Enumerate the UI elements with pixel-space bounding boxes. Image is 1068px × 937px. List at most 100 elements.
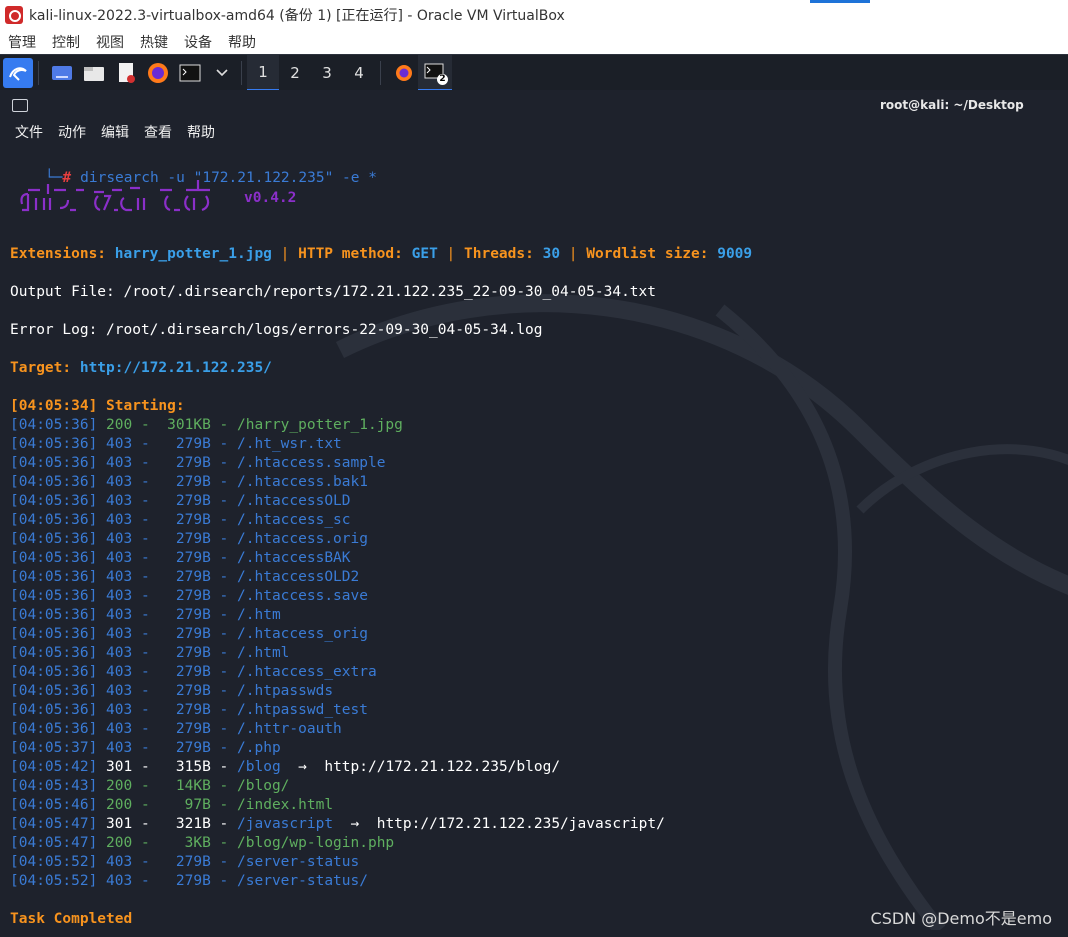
output-file-text: Output File: /root/.dirsearch/reports/17… [10, 284, 657, 300]
dirsearch-banner-art [20, 180, 210, 212]
firefox-task-icon[interactable] [390, 59, 418, 87]
dash: - [210, 721, 238, 737]
chevron-down-icon[interactable] [208, 59, 236, 87]
result-path: /.htaccessOLD2 [237, 569, 360, 585]
dash: - [132, 512, 159, 528]
result-row: [04:05:37] 403 - 279B - /.php [10, 739, 281, 758]
panel-separator [380, 61, 381, 85]
result-row: [04:05:36] 403 - 279B - /.htpasswds [10, 682, 333, 701]
dash: - [132, 740, 159, 756]
result-code: 301 [106, 816, 133, 832]
result-time: [04:05:36] [10, 645, 98, 661]
result-time: [04:05:52] [10, 854, 98, 870]
result-size: 279B [175, 721, 211, 737]
term-menu-view[interactable]: 查看 [144, 122, 172, 144]
result-time: [04:05:36] [10, 588, 98, 604]
result-size: 3KB [184, 835, 211, 851]
dash: - [132, 417, 159, 433]
result-time: [04:05:36] [10, 493, 98, 509]
dash: - [132, 721, 159, 737]
text-editor-icon[interactable] [112, 59, 140, 87]
menu-hotkey[interactable]: 热键 [140, 32, 168, 52]
result-row: [04:05:47] 301 - 321B - /javascript → ht… [10, 815, 665, 834]
result-code: 200 [106, 797, 133, 813]
dash: - [132, 816, 159, 832]
result-size: 97B [184, 797, 211, 813]
result-size: 279B [175, 455, 211, 471]
dash: - [210, 683, 238, 699]
term-menu-action[interactable]: 动作 [58, 122, 86, 144]
result-time: [04:05:36] [10, 607, 98, 623]
term-menu-help[interactable]: 帮助 [187, 122, 215, 144]
dash: - [132, 474, 159, 490]
result-path: /server-status/ [237, 873, 368, 889]
panel-separator [241, 61, 242, 85]
result-path: /.htaccess.sample [237, 455, 386, 471]
menu-view[interactable]: 视图 [96, 32, 124, 52]
result-size: 279B [175, 873, 211, 889]
term-menu-edit[interactable]: 编辑 [101, 122, 129, 144]
config-line: Extensions: harry_potter_1.jpg | HTTP me… [10, 245, 752, 264]
result-time: [04:05:47] [10, 835, 98, 851]
result-code: 403 [106, 531, 133, 547]
result-row: [04:05:36] 403 - 279B - /.htaccessOLD [10, 492, 351, 511]
workspace-1[interactable]: 1 [247, 55, 279, 91]
result-row: [04:05:36] 403 - 279B - /.html [10, 644, 289, 663]
result-size: 321B [175, 816, 211, 832]
result-size: 279B [175, 645, 211, 661]
dash: - [210, 436, 238, 452]
result-row: [04:05:36] 403 - 279B - /.htaccess_extra [10, 663, 377, 682]
result-size: 279B [175, 550, 211, 566]
result-path: /blog/wp-login.php [237, 835, 395, 851]
dash: - [132, 797, 159, 813]
menu-control[interactable]: 控制 [52, 32, 80, 52]
term-menu-file[interactable]: 文件 [15, 122, 43, 144]
result-code: 403 [106, 436, 133, 452]
result-path: /.htaccess.bak1 [237, 474, 368, 490]
result-time: [04:05:36] [10, 550, 98, 566]
dash: - [210, 759, 238, 775]
result-row: [04:05:36] 403 - 279B - /.htm [10, 606, 281, 625]
kali-menu-icon[interactable] [3, 58, 33, 88]
dash: - [132, 607, 159, 623]
wordlist-value: 9009 [717, 246, 753, 262]
dash: - [132, 626, 159, 642]
terminal-task-button[interactable]: 2 [418, 55, 452, 91]
result-row: [04:05:36] 403 - 279B - /.htaccessOLD2 [10, 568, 359, 587]
separator: | [560, 246, 587, 262]
result-path: /blog/ [237, 778, 290, 794]
dash: - [210, 569, 238, 585]
result-row: [04:05:36] 403 - 279B - /.htaccess.bak1 [10, 473, 368, 492]
starting-line: [04:05:34] Starting: [10, 397, 185, 416]
target-value: http://172.21.122.235/ [79, 360, 272, 376]
terminal-launcher-icon[interactable] [176, 59, 204, 87]
result-path: /harry_potter_1.jpg [237, 417, 403, 433]
result-size: 279B [175, 683, 211, 699]
result-time: [04:05:36] [10, 664, 98, 680]
dash: - [210, 512, 238, 528]
menu-devices[interactable]: 设备 [184, 32, 212, 52]
menu-help[interactable]: 帮助 [228, 32, 256, 52]
firefox-icon[interactable] [144, 59, 172, 87]
file-manager-icon[interactable] [80, 59, 108, 87]
dash: - [210, 835, 238, 851]
workspace-3[interactable]: 3 [311, 55, 343, 91]
result-code: 403 [106, 493, 133, 509]
result-path: /.htpasswds [237, 683, 334, 699]
show-desktop-icon[interactable] [48, 59, 76, 87]
result-size: 279B [175, 512, 211, 528]
result-time: [04:05:36] [10, 417, 98, 433]
dirsearch-version: v0.4.2 [244, 190, 297, 206]
result-time: [04:05:36] [10, 721, 98, 737]
csdn-watermark: CSDN @Demo不是emo [870, 909, 1052, 928]
result-code: 403 [106, 721, 133, 737]
workspace-4[interactable]: 4 [343, 55, 375, 91]
workspace-2[interactable]: 2 [279, 55, 311, 91]
dash: - [210, 816, 238, 832]
menu-manage[interactable]: 管理 [8, 32, 36, 52]
